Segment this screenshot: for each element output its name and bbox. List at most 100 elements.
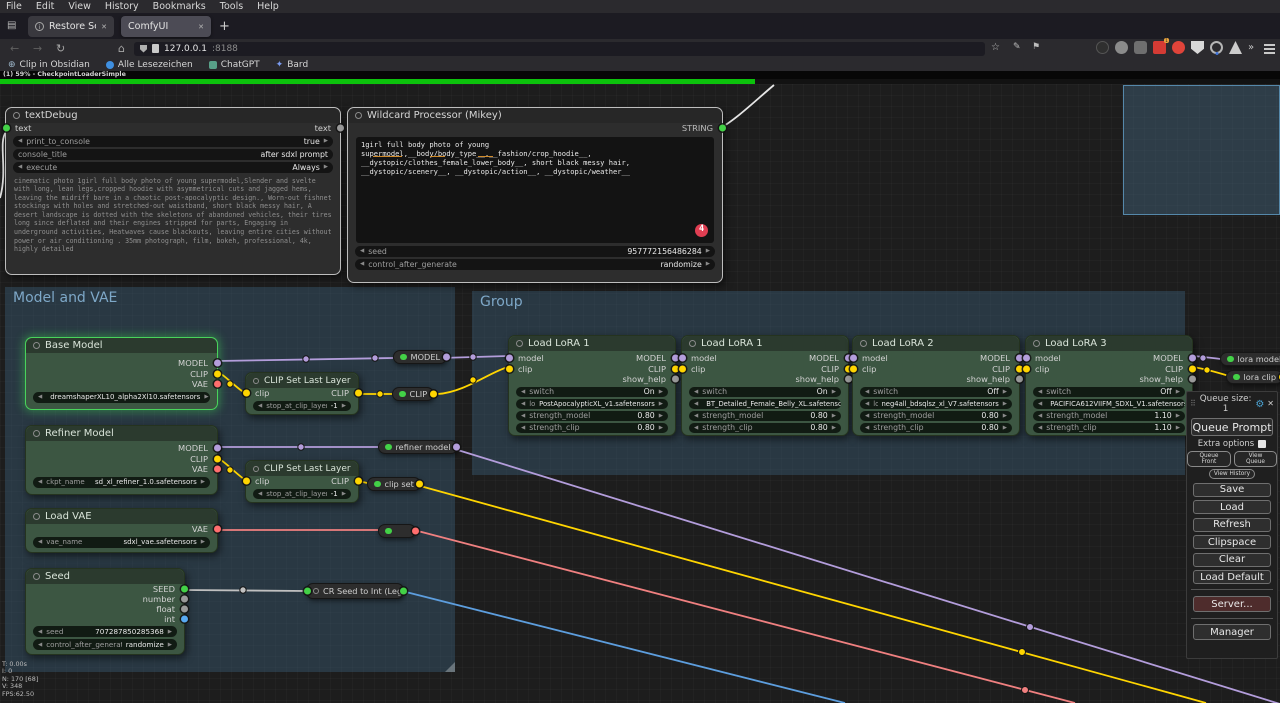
widget-ckpt-name[interactable]: ckpt_name dreamshaperXL10_alpha2Xl10.saf… [33, 391, 210, 403]
extension-icon-red[interactable]: 1 [1153, 38, 1169, 54]
collapse-dot[interactable] [385, 443, 392, 451]
menu-help[interactable]: Help [257, 1, 279, 12]
extension-icon-puzzle[interactable] [1134, 41, 1147, 54]
clip-input-port[interactable] [1022, 365, 1030, 373]
node-clip-set-last-layer[interactable]: CLIP Set Last Layer clip CLIP stop_at_cl… [242, 372, 362, 415]
node-load-lora-2[interactable]: Load LoRA 1 model MODEL clip CLIP show_h… [678, 335, 852, 436]
widget-strength-clip[interactable]: strength_clip 0.80 [689, 422, 841, 433]
seed-input-port[interactable] [303, 587, 311, 595]
wildcard-prompt-textarea[interactable]: 1girl full body photo of young supermode… [356, 136, 714, 243]
model-output-port[interactable] [213, 359, 221, 367]
refresh-button[interactable]: Refresh [1193, 517, 1271, 532]
group-top-right[interactable] [1123, 85, 1280, 215]
menu-view[interactable]: View [68, 1, 91, 12]
widget-strength-model[interactable]: strength_model 0.80 [689, 410, 841, 421]
extension-icon-triangle[interactable] [1229, 41, 1242, 54]
collapse-dot[interactable] [313, 588, 319, 594]
load-default-button[interactable]: Load Default [1193, 570, 1271, 584]
hamburger-menu-icon[interactable] [1264, 43, 1276, 46]
tab-restore-session[interactable]: Restore Session [28, 15, 114, 37]
number-output-port[interactable] [180, 595, 188, 603]
node-clip-set-last-layer[interactable]: CLIP Set Last Layer clip CLIP stop_at_cl… [242, 460, 362, 503]
widget-strength-model[interactable]: strength_model 1.10 [1033, 410, 1185, 421]
int-output-port[interactable] [399, 587, 407, 595]
model-output-port[interactable] [1188, 354, 1196, 362]
settings-gear-icon[interactable] [1255, 399, 1264, 410]
overflow-chevron-icon[interactable] [1248, 42, 1254, 53]
view-history-button[interactable]: View History [1208, 469, 1256, 479]
model-output-port[interactable] [1015, 354, 1023, 362]
clip-output-port[interactable] [429, 390, 437, 398]
url-bar[interactable]: 127.0.0.1:8188 [134, 41, 985, 56]
group-resize-handle[interactable] [445, 662, 455, 672]
collapse-dot[interactable] [1233, 373, 1240, 381]
manager-button[interactable]: Manager [1193, 624, 1271, 640]
model-output-port[interactable] [442, 353, 450, 361]
widget-execute[interactable]: execute Always [13, 161, 333, 173]
clear-button[interactable]: Clear [1193, 552, 1271, 567]
vae-output-port[interactable] [213, 380, 221, 388]
reroute-clip-set[interactable]: clip set [367, 477, 424, 491]
collapse-dot[interactable] [374, 480, 381, 488]
widget-strength-model[interactable]: strength_model 0.80 [516, 410, 668, 421]
collapse-dot[interactable] [253, 465, 259, 472]
bookmark-item[interactable]: Clip in Obsidian [8, 60, 90, 70]
load-button[interactable]: Load [1193, 500, 1271, 514]
node-load-lora-3[interactable]: Load LoRA 2 model MODEL clip CLIP show_h… [849, 335, 1023, 436]
node-refiner-model[interactable]: Refiner Model MODEL CLIP VAE ckpt_name s… [25, 425, 221, 495]
clip-output-port[interactable] [416, 480, 424, 488]
queue-prompt-button[interactable]: Queue Prompt [1191, 418, 1273, 436]
collapse-dot[interactable] [385, 527, 392, 535]
show-help-output-port[interactable] [671, 375, 679, 383]
extra-options-checkbox[interactable] [1258, 440, 1267, 448]
extension-icon-shield[interactable] [1191, 41, 1204, 54]
drag-handle-icon[interactable] [1190, 399, 1196, 409]
int-output-port[interactable] [180, 615, 188, 623]
float-output-port[interactable] [180, 605, 188, 613]
clip-input-port[interactable] [242, 389, 250, 397]
node-load-lora-1[interactable]: Load LoRA 1 model MODEL clip CLIP show_h… [505, 335, 679, 436]
clip-input-port[interactable] [505, 365, 513, 373]
widget-switch[interactable]: switch Off [860, 386, 1012, 397]
tab-comfyui[interactable]: ComfyUI [121, 15, 211, 37]
widget-strength-model[interactable]: strength_model 0.80 [860, 410, 1012, 421]
reload-icon[interactable]: ↻ [56, 42, 65, 55]
model-input-port[interactable] [505, 354, 513, 362]
reroute-model[interactable]: MODEL [393, 350, 450, 364]
bookmark-star-icon[interactable] [991, 42, 1000, 53]
widget-control-after-generate[interactable]: control_after_generate randomize [33, 639, 177, 650]
node-textdebug[interactable]: textDebug text text print_to_console tru… [2, 107, 344, 275]
collapse-dot[interactable] [1227, 355, 1234, 363]
clipspace-button[interactable]: Clipspace [1193, 535, 1271, 549]
widget-vae-name[interactable]: vae_name sdxl_vae.safetensors [33, 536, 210, 548]
widget-switch[interactable]: switch On [516, 386, 668, 397]
widget-stop-at-clip-layer[interactable]: stop_at_clip_layer -1 [253, 488, 351, 499]
widget-seed[interactable]: seed 707287850285368 [33, 626, 177, 637]
extension-icon-round[interactable] [1210, 41, 1223, 54]
clip-input-port[interactable] [678, 365, 686, 373]
collapse-dot[interactable] [516, 340, 523, 347]
node-load-lora-4[interactable]: Load LoRA 3 model MODEL clip CLIP show_h… [1022, 335, 1196, 436]
extension-icon-dark[interactable] [1096, 41, 1109, 54]
tab-close-icon[interactable] [198, 21, 204, 32]
widget-lora-name[interactable]: lora_name BT_Detailed_Female_Belly_XL.sa… [689, 398, 841, 409]
clip-input-port[interactable] [849, 365, 857, 373]
queue-front-button[interactable]: Queue Front [1187, 451, 1231, 467]
show-help-output-port[interactable] [1188, 375, 1196, 383]
show-help-output-port[interactable] [1015, 375, 1023, 383]
view-queue-button[interactable]: View Queue [1233, 451, 1277, 467]
collapse-dot[interactable] [33, 342, 40, 349]
show-help-output-port[interactable] [844, 375, 852, 383]
adblock-plus-icon[interactable] [1172, 41, 1185, 54]
widget-strength-clip[interactable]: strength_clip 0.80 [516, 422, 668, 433]
clip-input-port[interactable] [242, 477, 250, 485]
text-output-port[interactable] [336, 124, 344, 132]
close-icon[interactable] [1267, 399, 1274, 409]
widget-switch[interactable]: switch On [689, 386, 841, 397]
reroute-vae[interactable] [378, 524, 419, 538]
collapse-dot[interactable] [1033, 340, 1040, 347]
vae-output-port[interactable] [213, 525, 221, 533]
collapse-dot[interactable] [33, 573, 40, 580]
widget-ckpt-name[interactable]: ckpt_name sd_xl_refiner_1.0.safetensors [33, 476, 210, 488]
back-icon[interactable]: ← [10, 42, 19, 55]
